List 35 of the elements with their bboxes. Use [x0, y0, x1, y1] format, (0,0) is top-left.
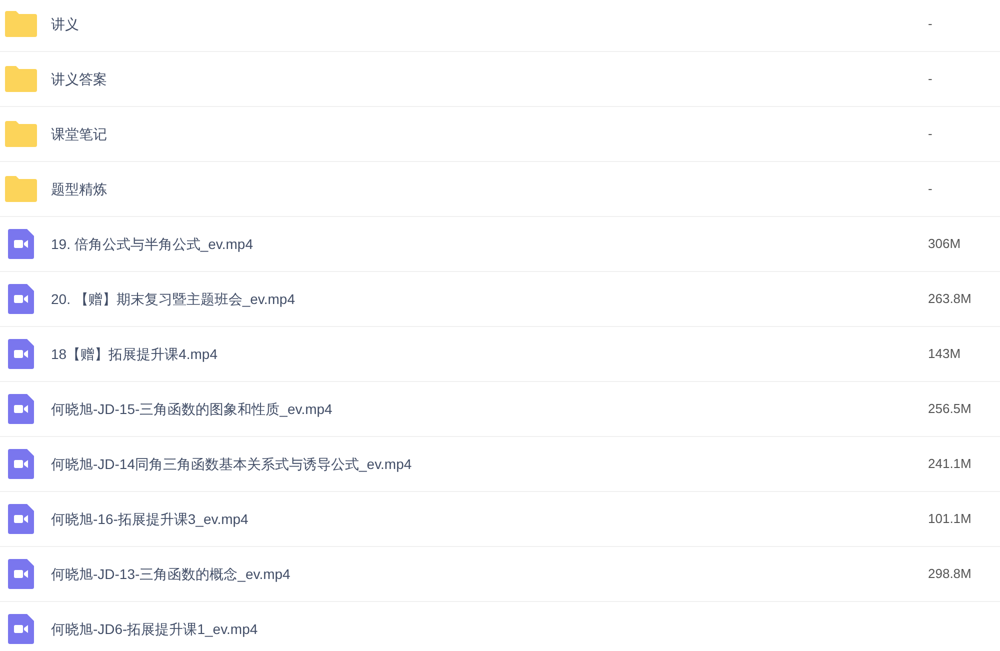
file-name[interactable]: 20. 【赠】期末复习暨主题班会_ev.mp4	[51, 288, 296, 310]
video-file-icon	[8, 449, 34, 479]
file-name[interactable]: 何晓旭-JD6-拓展提升课1_ev.mp4	[51, 618, 258, 640]
file-name[interactable]: 何晓旭-16-拓展提升课3_ev.mp4	[51, 508, 248, 530]
file-size: 306M	[928, 235, 962, 254]
video-file-icon	[8, 229, 34, 259]
video-file-icon	[8, 284, 34, 314]
video-file-icon	[8, 614, 34, 644]
folder-icon	[5, 176, 37, 202]
file-size: 298.8M	[928, 565, 972, 584]
file-name[interactable]: 题型精炼	[51, 178, 107, 200]
file-name[interactable]: 课堂笔记	[51, 124, 107, 144]
file-size: 241.1M	[928, 455, 972, 474]
file-name[interactable]: 何晓旭-JD-14同角三角函数基本关系式与诱导公式_ev.mp4	[51, 454, 412, 474]
video-file-icon	[8, 339, 34, 369]
file-size: 263.8M	[928, 290, 972, 308]
file-name[interactable]: 讲义答案	[51, 68, 107, 90]
file-name[interactable]: 何晓旭-JD-13-三角函数的概念_ev.mp4	[51, 564, 290, 584]
file-size: 256.5M	[928, 400, 972, 418]
file-name[interactable]: 18【赠】拓展提升课4.mp4	[51, 344, 218, 364]
folder-icon	[5, 121, 37, 147]
file-name[interactable]: 何晓旭-JD-15-三角函数的图象和性质_ev.mp4	[51, 398, 332, 420]
file-size: -	[928, 70, 934, 88]
folder-icon	[5, 66, 37, 92]
video-file-icon	[8, 504, 34, 534]
file-size: 143M	[928, 345, 962, 364]
file-size: 101.1M	[928, 510, 972, 528]
file-name[interactable]: 讲义	[51, 14, 79, 34]
file-name[interactable]: 19. 倍角公式与半角公式_ev.mp4	[51, 234, 254, 254]
file-size: -	[928, 180, 934, 198]
file-size: -	[928, 15, 934, 34]
video-file-icon	[8, 394, 34, 424]
folder-icon	[5, 11, 37, 37]
file-size: -	[928, 125, 934, 144]
video-file-icon	[8, 559, 34, 589]
